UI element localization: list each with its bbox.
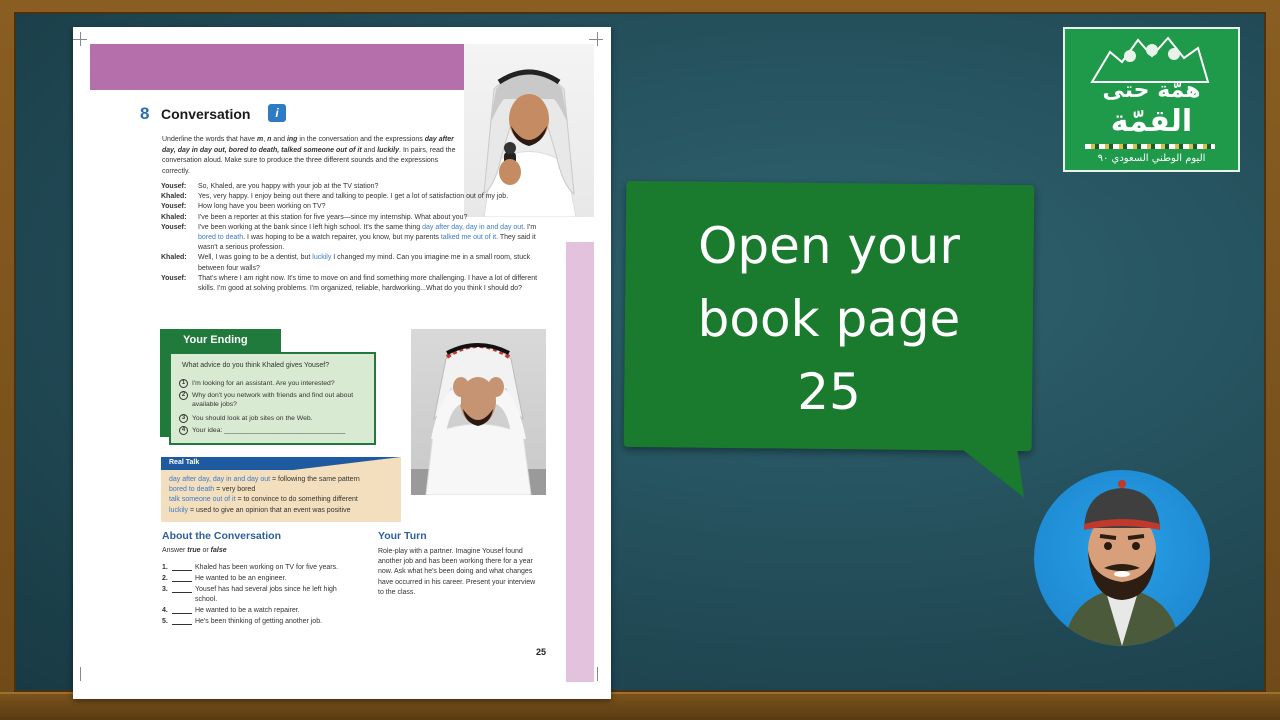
dialogue-line: Khaled: I've been a reporter at this stat… (161, 213, 468, 221)
your-turn-title: Your Turn (378, 530, 427, 542)
side-strip (566, 242, 594, 682)
page-number: 25 (536, 647, 547, 657)
ending-option: 4 Your idea: ____________________________… (179, 426, 364, 435)
header-band (90, 44, 464, 90)
logo-subtitle: اليوم الوطني السعودي ٩٠ (1097, 153, 1206, 164)
dialogue-line: Yousef: That's where I am right now. It's… (161, 274, 538, 293)
real-talk-box: day after day, day in and day out = foll… (161, 470, 401, 522)
about-question: 3. Yousef has had several jobs since he l… (162, 586, 337, 603)
speech-bubble-tail (955, 436, 1025, 506)
logo-pattern (1085, 144, 1215, 149)
bubble-line: 25 (797, 363, 861, 421)
your-ending-question: What advice do you think Khaled gives Yo… (182, 362, 330, 369)
about-title: About the Conversation (162, 530, 282, 542)
about-question: 4. He wanted to be a watch repairer. (162, 607, 300, 614)
dialogue-line: Khaled: Well, I was going to be a dentist… (161, 254, 531, 272)
crop-mark (80, 667, 81, 681)
crop-mark (73, 39, 87, 40)
dialogue-line: Yousef: I've been working at the bank sin… (161, 223, 537, 252)
info-icon: i (268, 104, 286, 122)
real-talk-item: bored to death = very bored (169, 486, 256, 494)
real-talk-item: talk someone out of it = to convince to … (169, 496, 358, 504)
dialogue-line: Yousef: How long have you been working on… (161, 203, 326, 211)
real-talk-item: luckily = used to give an opinion that a… (169, 506, 351, 514)
intro-instructions: Underline the words that have m, n and i… (162, 136, 456, 175)
bubble-line: Open your (698, 217, 960, 275)
about-question: 5. He's been thinking of getting another … (162, 618, 323, 625)
about-question: 2. He wanted to be an engineer. (162, 575, 287, 582)
book-page: 8 Conversation i Underline the words tha… (73, 27, 611, 699)
avatar (1034, 470, 1210, 646)
your-turn-text: Role-play with a partner. Imagine Yousef… (378, 548, 536, 596)
section-title: Conversation (161, 106, 251, 122)
real-talk-item: day after day, day in and day out = foll… (169, 476, 360, 483)
crop-mark (589, 39, 603, 40)
bitmoji-avatar-icon (1064, 480, 1180, 646)
your-ending-title: Your Ending (183, 334, 248, 346)
logo-text: همّة حتى (1102, 78, 1201, 103)
logo-text: القمّة (1110, 104, 1193, 139)
ending-option: 1 I'm looking for an assistant. Are you i… (179, 379, 364, 388)
ending-option: 3 You should look at job sites on the Web… (179, 414, 364, 423)
ending-option: 2 Why don't you network with friends and … (179, 391, 364, 409)
mountain-portraits-icon (1090, 36, 1210, 83)
bubble-message: Open your book page 25 (625, 210, 1033, 429)
bubble-line: book page (697, 290, 961, 348)
photo-stressed-man (411, 329, 546, 495)
conversation-dialogue: Yousef: So, Khaled, are you happy with yo… (161, 182, 541, 294)
dialogue-line: Khaled: Yes, very happy. I enjoy being ou… (161, 193, 509, 201)
real-talk-title: Real Talk (169, 459, 200, 466)
dialogue-line: Yousef: So, Khaled, are you happy with yo… (161, 183, 379, 190)
section-number: 8 (140, 104, 150, 123)
about-question: 1. Khaled has been working on TV for five… (162, 564, 339, 571)
crop-mark (597, 667, 598, 681)
about-instruction: Answer true or false (162, 547, 227, 554)
real-talk-corner (293, 457, 401, 470)
